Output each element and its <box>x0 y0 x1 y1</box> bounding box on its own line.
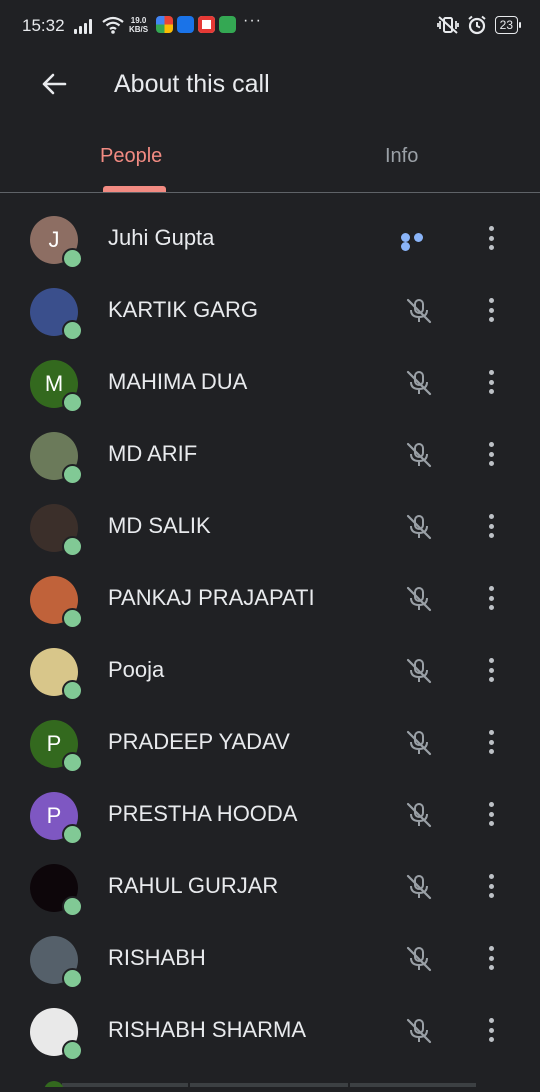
status-time: 15:32 <box>22 16 65 35</box>
presence-dot-icon <box>62 680 83 701</box>
notification-icons <box>156 16 236 33</box>
meet-app-icon <box>156 16 173 33</box>
speaking-indicator-icon <box>401 233 439 251</box>
presence-dot-icon <box>62 464 83 485</box>
more-options-icon[interactable] <box>486 946 496 972</box>
mic-off-icon <box>404 656 434 686</box>
tab-divider <box>0 192 540 193</box>
participant-name: KARTIK GARG <box>108 297 258 322</box>
mic-off-icon <box>404 728 434 758</box>
participant-row[interactable]: PANKAJ PRAJAPATI <box>0 562 540 634</box>
mic-off-icon <box>404 296 434 326</box>
page-title: About this call <box>114 70 270 98</box>
network-speed: 19.0 KB/S <box>129 16 148 34</box>
participant-row[interactable]: P PRADEEP YADAV <box>0 706 540 778</box>
presence-dot-icon <box>62 392 83 413</box>
more-options-icon[interactable] <box>486 802 496 828</box>
presence-dot-icon <box>62 824 83 845</box>
message-app-icon <box>177 16 194 33</box>
participant-name: PANKAJ PRAJAPATI <box>108 585 315 610</box>
more-options-icon[interactable] <box>486 1018 496 1044</box>
tab-info[interactable]: Info <box>385 142 418 170</box>
status-bar: 15:32 19.0 KB/S ··· 23 <box>0 0 540 54</box>
more-options-icon[interactable] <box>486 370 496 396</box>
signal-icon <box>74 18 96 34</box>
more-options-icon[interactable] <box>486 514 496 540</box>
speed-value: 19.0 <box>130 16 147 25</box>
mic-off-icon <box>404 800 434 830</box>
presence-dot-icon <box>62 968 83 989</box>
vibrate-icon <box>436 16 459 34</box>
wifi-icon <box>102 16 124 34</box>
participant-row[interactable]: P PRESTHA HOODA <box>0 778 540 850</box>
chat-app-icon <box>219 16 236 33</box>
presence-dot-icon <box>62 320 83 341</box>
mic-off-icon <box>404 944 434 974</box>
partial-next-row <box>0 1074 540 1092</box>
participant-name: PRESTHA HOODA <box>108 801 298 826</box>
alarm-icon <box>468 15 486 35</box>
mic-off-icon <box>404 368 434 398</box>
back-arrow-icon[interactable] <box>38 68 70 100</box>
mic-off-icon <box>404 440 434 470</box>
more-options-icon[interactable] <box>486 658 496 684</box>
more-options-icon[interactable] <box>486 298 496 324</box>
participant-name: RISHABH SHARMA <box>108 1017 307 1042</box>
participant-name: MAHIMA DUA <box>108 369 248 394</box>
participant-row[interactable]: MD SALIK <box>0 490 540 562</box>
more-options-icon[interactable] <box>486 442 496 468</box>
participant-name: MD SALIK <box>108 513 211 538</box>
more-options-icon[interactable] <box>486 730 496 756</box>
participant-name: RISHABH <box>108 945 206 970</box>
presence-dot-icon <box>62 896 83 917</box>
mic-off-icon <box>404 584 434 614</box>
mic-off-icon <box>404 872 434 902</box>
participant-name: Juhi Gupta <box>108 225 215 250</box>
mic-off-icon <box>404 1016 434 1046</box>
participant-row[interactable]: RISHABH <box>0 922 540 994</box>
presence-dot-icon <box>62 608 83 629</box>
more-options-icon[interactable] <box>486 586 496 612</box>
participant-name: Pooja <box>108 657 165 682</box>
more-options-icon[interactable] <box>486 226 496 252</box>
participant-name: RAHUL GURJAR <box>108 873 279 898</box>
presence-dot-icon <box>62 752 83 773</box>
mic-off-icon <box>404 512 434 542</box>
more-notifications-icon: ··· <box>243 12 262 29</box>
presence-dot-icon <box>62 536 83 557</box>
participant-row[interactable]: J Juhi Gupta <box>0 202 540 274</box>
participant-row[interactable]: RAHUL GURJAR <box>0 850 540 922</box>
more-options-icon[interactable] <box>486 874 496 900</box>
participant-row[interactable]: MD ARIF <box>0 418 540 490</box>
presence-dot-icon <box>62 1040 83 1061</box>
participant-row[interactable]: RISHABH SHARMA <box>0 994 540 1066</box>
star-app-icon <box>198 16 215 33</box>
presence-dot-icon <box>62 248 83 269</box>
tab-people[interactable]: People <box>100 142 162 170</box>
battery-indicator: 23 <box>494 16 522 34</box>
partial-row-avatar-edge <box>44 1081 476 1092</box>
participant-row[interactable]: M MAHIMA DUA <box>0 346 540 418</box>
participant-name: MD ARIF <box>108 441 198 466</box>
participant-row[interactable]: KARTIK GARG <box>0 274 540 346</box>
speed-unit: KB/S <box>129 25 149 34</box>
participant-name: PRADEEP YADAV <box>108 729 290 754</box>
participant-row[interactable]: Pooja <box>0 634 540 706</box>
